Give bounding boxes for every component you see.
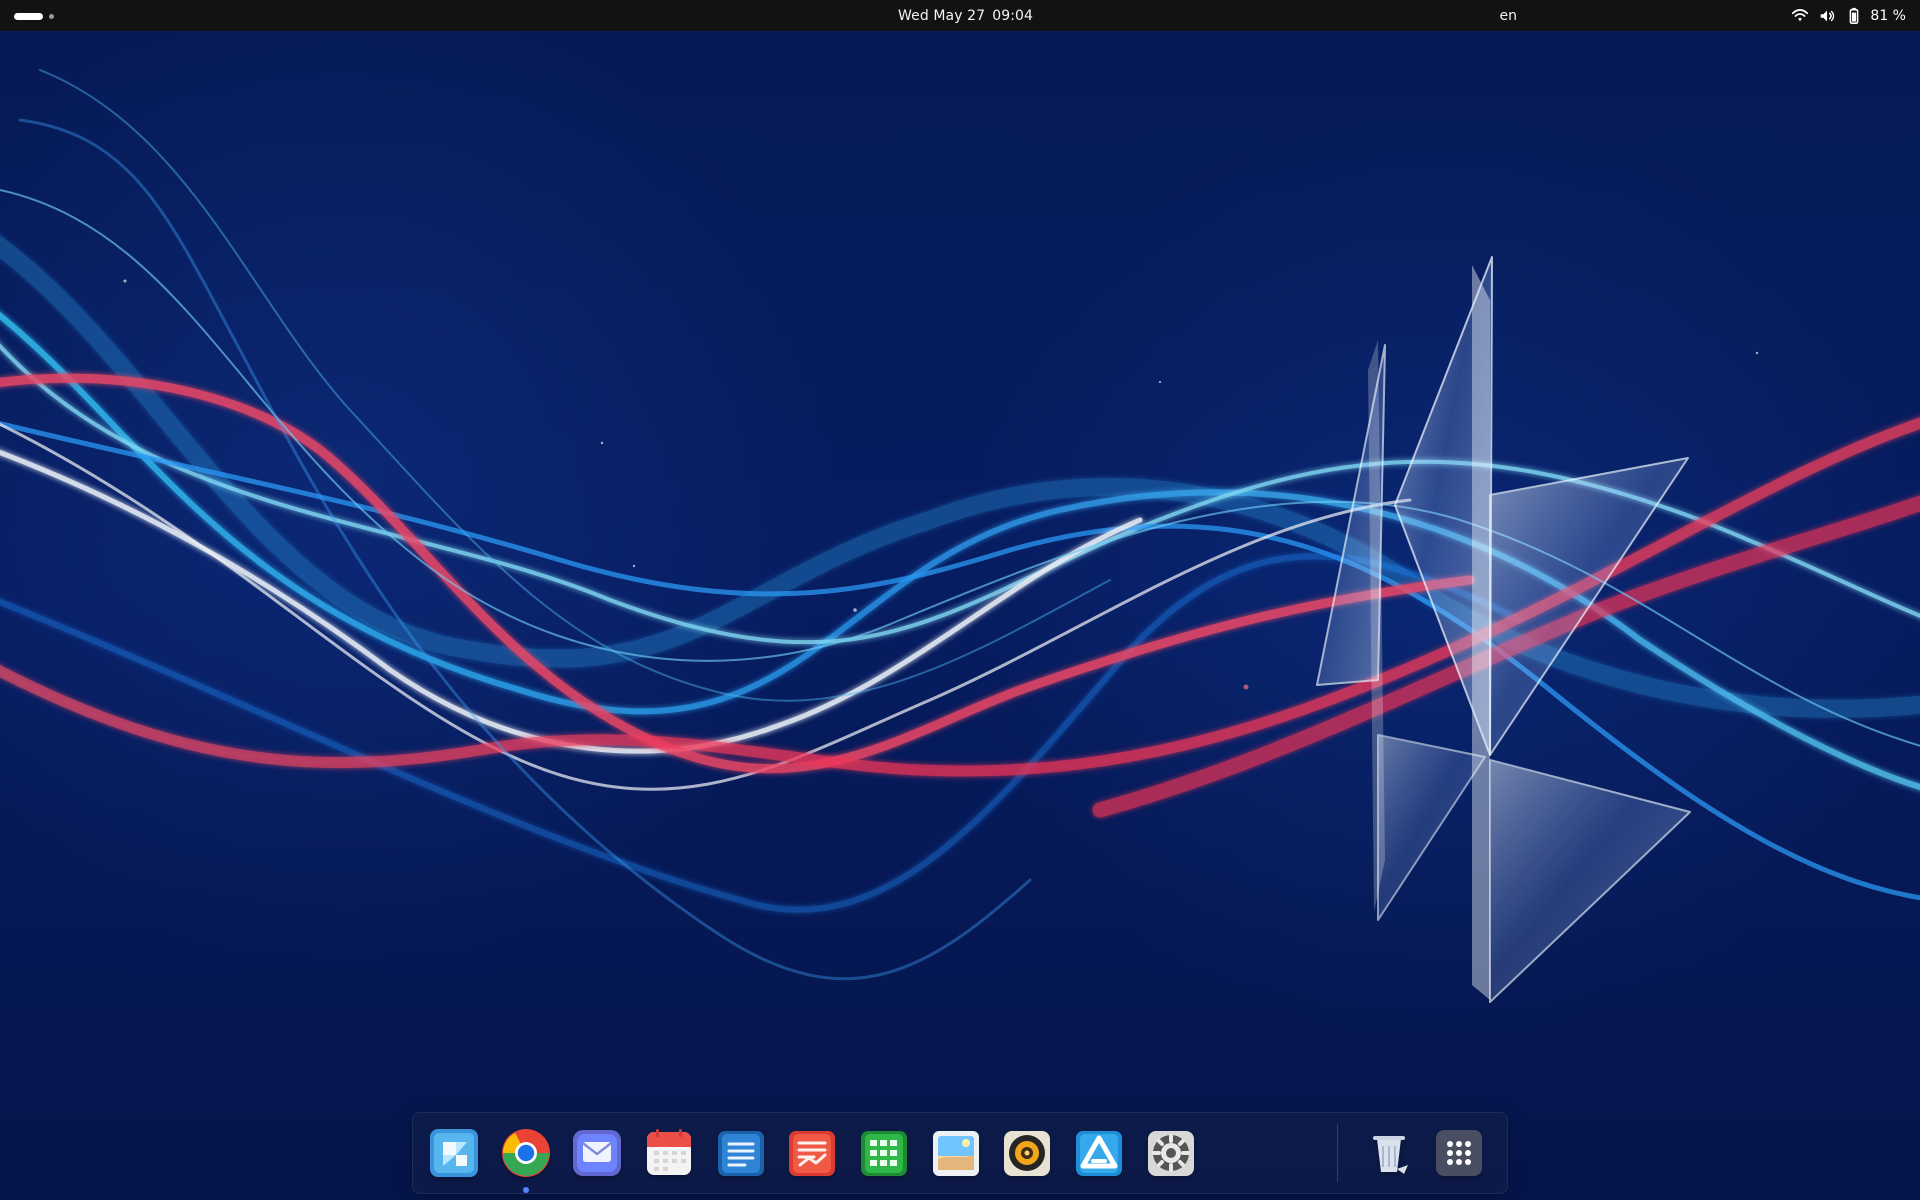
spreadsheet-launcher[interactable]: Spreadsheet <box>857 1126 911 1180</box>
time-label: 09:04 <box>992 8 1034 24</box>
input-language-button[interactable]: en <box>1500 7 1518 25</box>
affinity-launcher[interactable]: Affinity <box>1072 1126 1126 1180</box>
calendar-icon <box>647 1129 691 1175</box>
text-editor-icon <box>718 1131 764 1176</box>
wifi-icon <box>1792 9 1809 22</box>
affinity-icon <box>1076 1131 1122 1176</box>
volume-icon <box>1821 10 1835 22</box>
chrome-launcher[interactable]: Google Chrome <box>499 1126 553 1193</box>
date-time-button[interactable]: Wed May 27 09:04 <box>898 7 1033 25</box>
chrome-icon <box>502 1129 550 1177</box>
settings-icon <box>1148 1131 1194 1176</box>
app-center-launcher[interactable]: App Center <box>427 1126 481 1180</box>
dock-separator <box>1337 1124 1338 1182</box>
top-bar: Wed May 27 09:04 en 81 % <box>0 0 1920 31</box>
music-icon <box>1004 1131 1050 1176</box>
spreadsheet-icon <box>861 1131 907 1176</box>
settings-launcher[interactable]: Settings <box>1144 1126 1198 1180</box>
desktop: Wed May 27 09:04 en 81 % A <box>0 0 1920 1200</box>
app-center-icon <box>430 1129 478 1177</box>
calendar-launcher[interactable]: Calendar <box>642 1126 696 1180</box>
mail-icon <box>573 1130 621 1176</box>
apps-grid-icon <box>1436 1130 1482 1176</box>
trash-icon <box>1373 1136 1408 1174</box>
battery-percentage: 81 % <box>1870 8 1906 24</box>
chrome-running-indicator <box>523 1187 529 1193</box>
date-label: Wed May 27 <box>898 8 986 24</box>
mail-launcher[interactable]: Mail <box>570 1126 624 1180</box>
trash-launcher[interactable]: Trash <box>1362 1126 1416 1180</box>
image-viewer-launcher[interactable]: Image Viewer <box>929 1126 983 1180</box>
presentation-launcher[interactable]: Presentation <box>785 1126 839 1180</box>
music-launcher[interactable]: Music <box>1000 1126 1054 1180</box>
dock: App Center Google Chrome Mail <box>412 1112 1508 1194</box>
activities-button[interactable] <box>14 9 60 23</box>
battery-icon <box>1850 7 1859 24</box>
text-editor-launcher[interactable]: Text Editor <box>714 1126 768 1180</box>
workspace-indicator-active <box>14 12 43 20</box>
presentation-icon <box>789 1131 835 1176</box>
image-viewer-icon <box>933 1131 979 1176</box>
system-status-menu[interactable]: 81 % <box>1791 6 1906 26</box>
wallpaper-art <box>0 69 1920 1003</box>
show-apps-button[interactable]: Show Apps <box>1432 1126 1486 1180</box>
workspace-indicator-inactive <box>49 13 54 19</box>
